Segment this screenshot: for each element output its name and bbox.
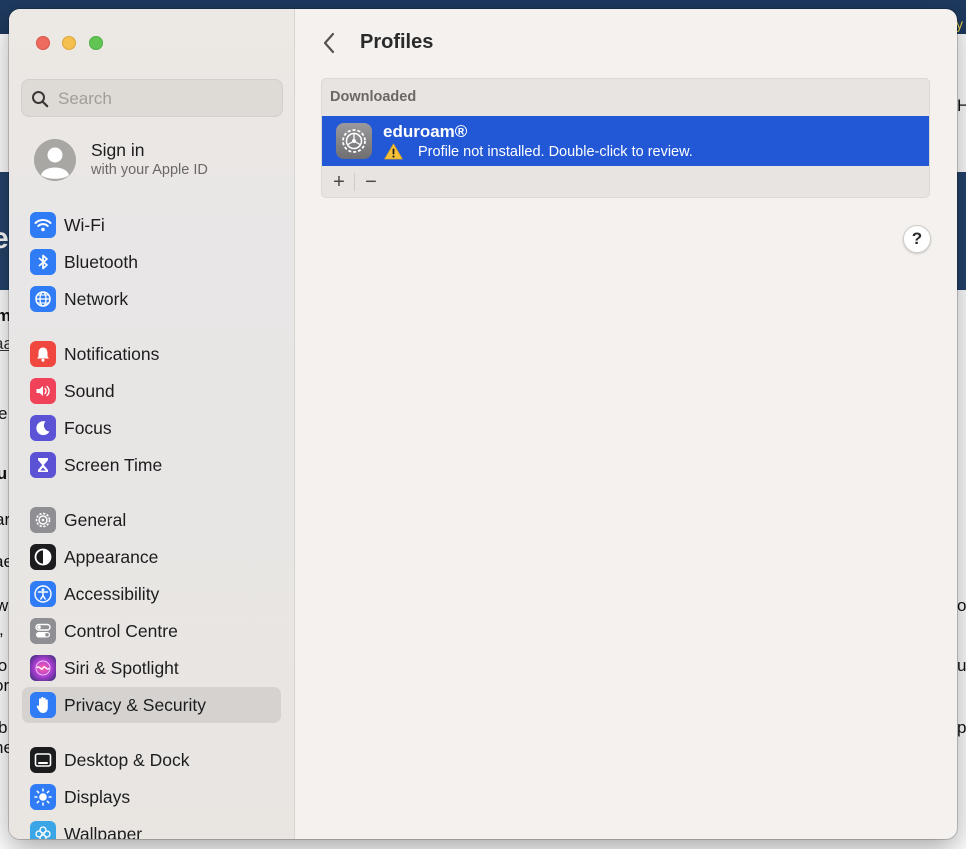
background-text-fragment: H (957, 96, 966, 115)
background-text-fragment: , (0, 620, 4, 640)
sidebar-item-label: Screen Time (64, 455, 163, 475)
sun-icon (30, 784, 56, 810)
dock-icon (30, 747, 56, 773)
sidebar-item-bluetooth[interactable]: Bluetooth (22, 244, 281, 280)
bell-icon (30, 341, 56, 367)
sidebar-item-control-centre[interactable]: Control Centre (22, 613, 281, 649)
moon-icon (30, 415, 56, 441)
sidebar-item-screen-time[interactable]: Screen Time (22, 447, 281, 483)
system-settings-window: Sign in with your Apple ID Wi-Fi Bluetoo… (9, 9, 957, 839)
sidebar-item-label: Wallpaper (64, 824, 143, 839)
sidebar-item-label: Control Centre (64, 621, 178, 641)
sign-in-subtitle: with your Apple ID (91, 162, 208, 178)
back-button[interactable] (319, 29, 341, 57)
profiles-list: Downloaded eduroam® Profile not installe… (321, 78, 930, 198)
background-text-fragment: u (957, 656, 966, 675)
sidebar-item-sound[interactable]: Sound (22, 373, 281, 409)
sidebar-item-label: Wi-Fi (64, 215, 105, 235)
sidebar-item-label: Appearance (64, 547, 159, 567)
list-controls: + − (322, 166, 929, 197)
background-text-fragment: b (0, 718, 8, 737)
background-text-fragment: y (956, 16, 963, 32)
sidebar-item-label: Notifications (64, 344, 160, 364)
sidebar: Sign in with your Apple ID Wi-Fi Bluetoo… (9, 9, 295, 839)
sidebar-item-label: Sound (64, 381, 115, 401)
sidebar-item-desktop-dock[interactable]: Desktop & Dock (22, 742, 281, 778)
bluetooth-icon (30, 249, 56, 275)
wifi-icon (30, 212, 56, 238)
sidebar-item-focus[interactable]: Focus (22, 410, 281, 446)
sidebar-item-accessibility[interactable]: Accessibility (22, 576, 281, 612)
sidebar-item-appearance[interactable]: Appearance (22, 539, 281, 575)
section-header: Downloaded (330, 89, 417, 105)
background-text-fragment: p (957, 718, 966, 737)
speaker-icon (30, 378, 56, 404)
profile-status: Profile not installed. Double-click to r… (418, 144, 693, 160)
page-title: Profiles (360, 31, 434, 53)
sidebar-item-privacy-security[interactable]: Privacy & Security (22, 687, 281, 723)
background-text-fragment: e (0, 404, 8, 423)
toggles-icon (30, 618, 56, 644)
sidebar-item-label: Displays (64, 787, 131, 807)
profile-row-eduroam[interactable]: eduroam® Profile not installed. Double-c… (322, 116, 929, 166)
search-icon (32, 91, 49, 108)
sidebar-item-notifications[interactable]: Notifications (22, 336, 281, 372)
flower-icon (30, 821, 56, 839)
warning-triangle-icon (384, 143, 403, 160)
help-button[interactable]: ? (903, 225, 931, 253)
background-text-fragment: lu (0, 464, 8, 483)
gear-icon (30, 507, 56, 533)
search-input[interactable] (58, 86, 268, 112)
sidebar-item-displays[interactable]: Displays (22, 779, 281, 815)
background-text-fragment: lo (0, 656, 8, 675)
zoom-window-button[interactable] (89, 36, 103, 50)
sidebar-item-label: Accessibility (64, 584, 160, 604)
sidebar-item-label: Focus (64, 418, 112, 438)
hourglass-icon (30, 452, 56, 478)
close-window-button[interactable] (36, 36, 50, 50)
sidebar-item-label: Network (64, 289, 129, 309)
siri-icon (30, 655, 56, 681)
sidebar-item-siri-spotlight[interactable]: Siri & Spotlight (22, 650, 281, 686)
sidebar-item-wifi[interactable]: Wi-Fi (22, 207, 281, 243)
appearance-icon (30, 544, 56, 570)
sidebar-item-network[interactable]: Network (22, 281, 281, 317)
sidebar-item-label: Desktop & Dock (64, 750, 190, 770)
background-text-fragment: or (0, 676, 10, 695)
sidebar-item-label: Bluetooth (64, 252, 138, 272)
remove-profile-button[interactable]: − (356, 170, 386, 194)
person-avatar-icon (34, 139, 76, 181)
sidebar-item-wallpaper[interactable]: Wallpaper (22, 816, 281, 839)
background-text-fragment: o (957, 596, 966, 615)
globe-icon (30, 286, 56, 312)
control-divider (354, 173, 355, 191)
sign-in-title: Sign in (91, 140, 145, 160)
profile-name: eduroam® (383, 122, 468, 141)
add-profile-button[interactable]: + (324, 170, 354, 194)
sidebar-item-label: Siri & Spotlight (64, 658, 179, 678)
hand-icon (30, 692, 56, 718)
sidebar-item-label: Privacy & Security (64, 695, 206, 715)
accessibility-icon (30, 581, 56, 607)
search-field[interactable] (21, 79, 283, 117)
apple-id-sign-in[interactable]: Sign in with your Apple ID (34, 137, 284, 187)
chevron-left-icon (323, 32, 335, 54)
sidebar-item-label: General (64, 510, 127, 530)
background-text-fragment: e (0, 222, 9, 255)
sidebar-item-general[interactable]: General (22, 502, 281, 538)
background-text-fragment: w (0, 596, 9, 615)
minimize-window-button[interactable] (62, 36, 76, 50)
settings-gear-icon (336, 123, 372, 159)
